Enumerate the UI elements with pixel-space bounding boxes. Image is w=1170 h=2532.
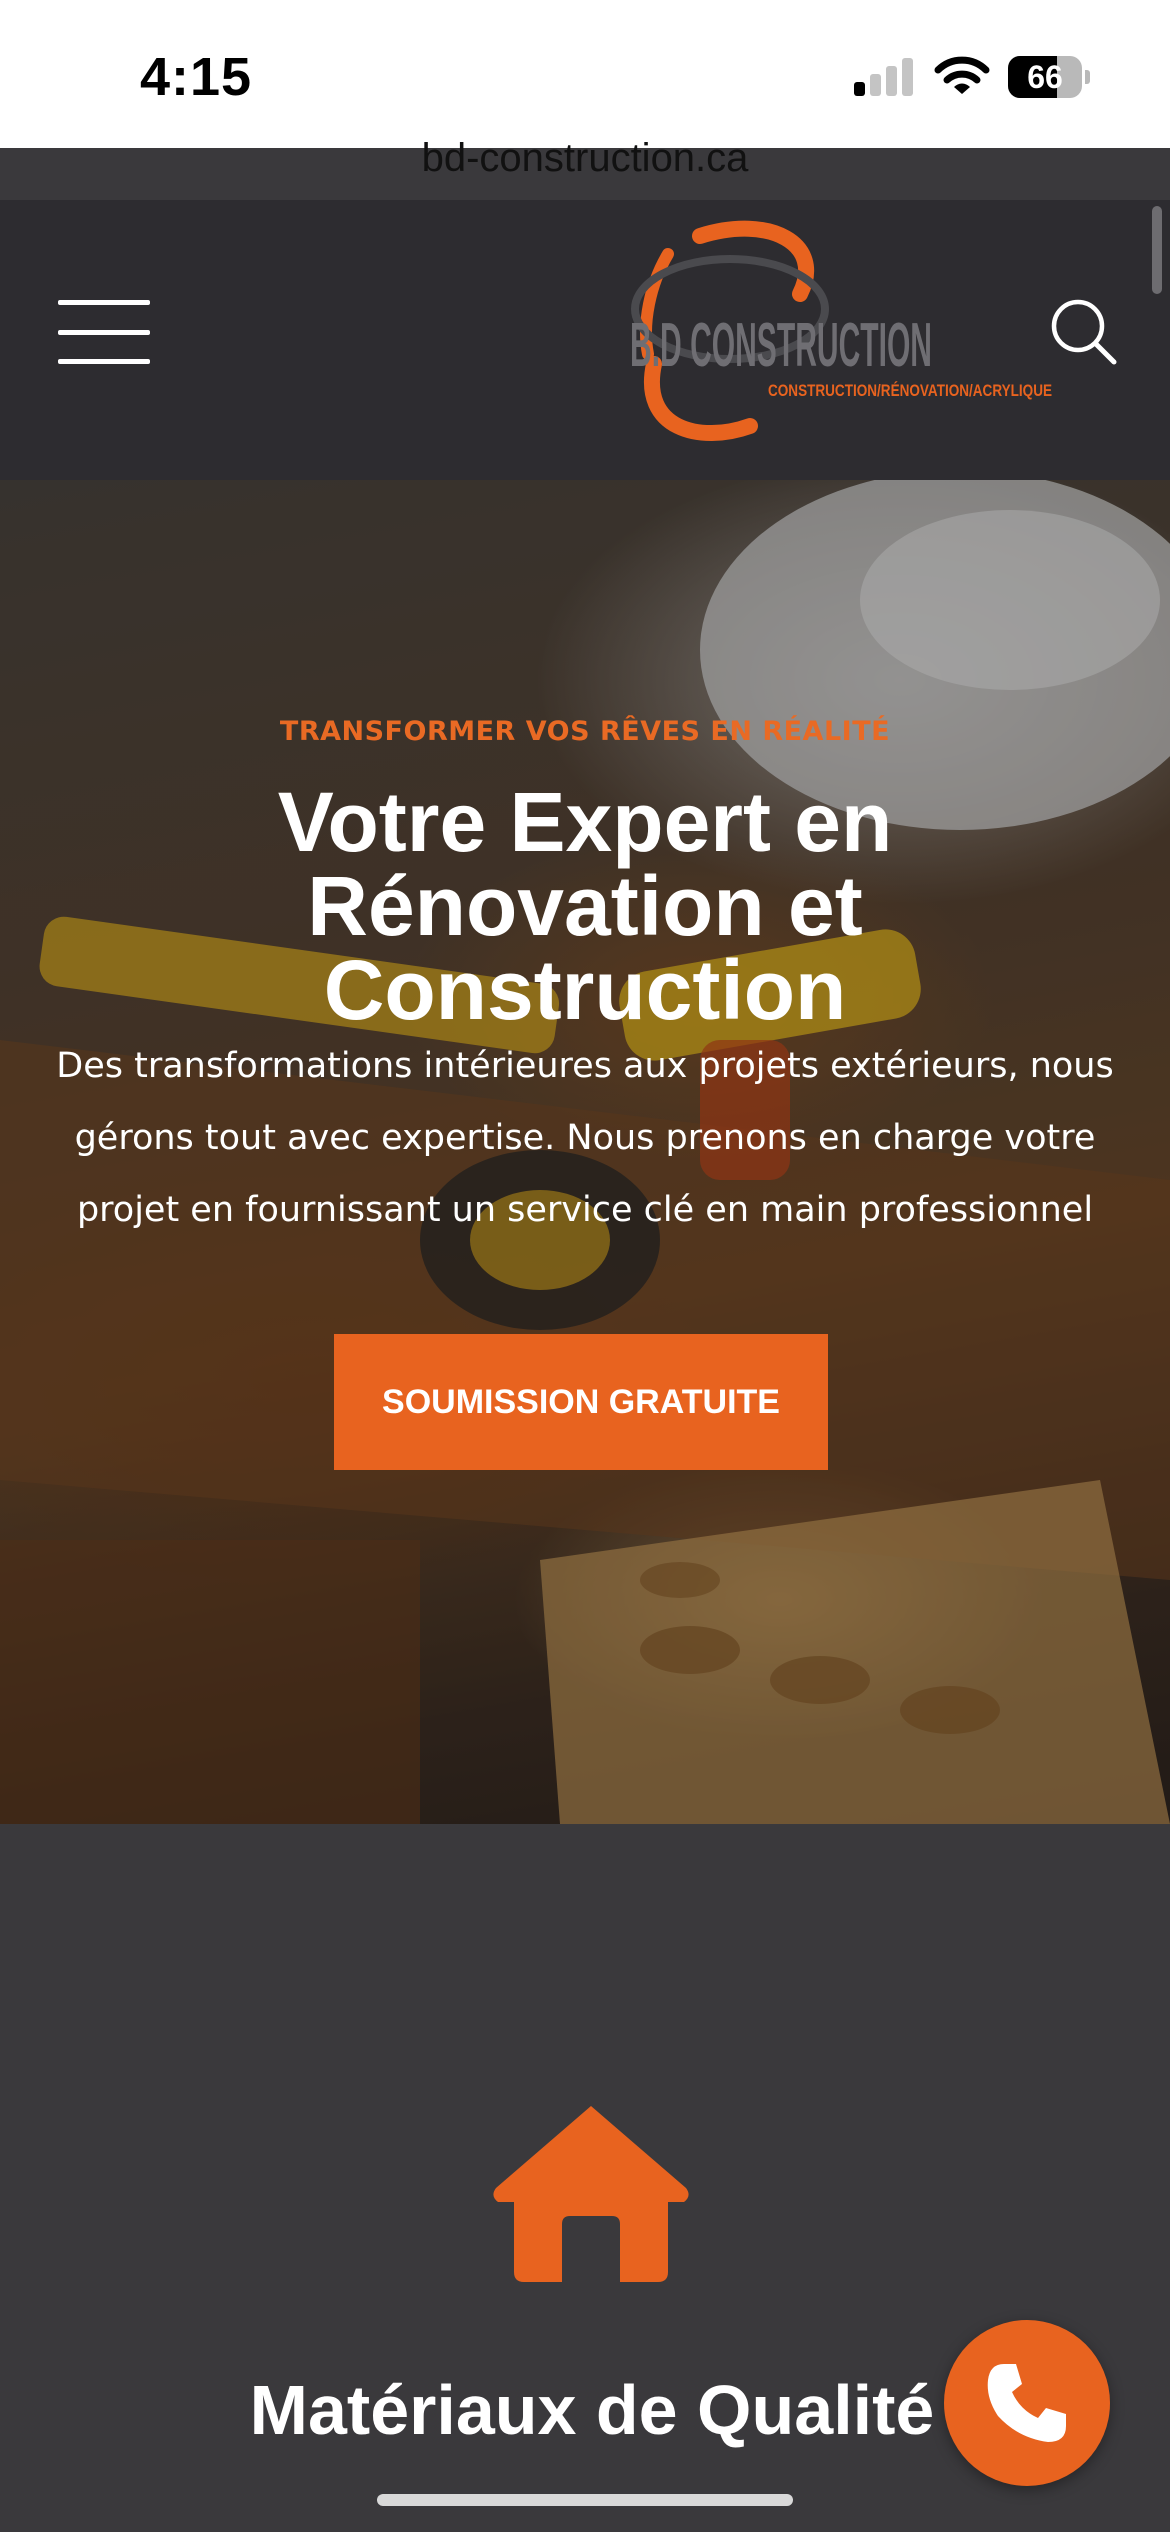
phone-icon xyxy=(987,2364,1066,2442)
house-icon xyxy=(493,2106,689,2282)
battery-level: 66 xyxy=(1027,59,1063,95)
hero-section: TRANSFORMER VOS RÊVES EN RÉALITÉ Votre E… xyxy=(0,480,1170,1824)
page-scrollbar[interactable] xyxy=(1152,206,1162,294)
free-quote-button[interactable]: SOUMISSION GRATUITE xyxy=(334,1334,828,1470)
logo-name: B.D CONSTRUCTION xyxy=(630,311,932,380)
wifi-icon xyxy=(934,56,990,94)
call-button[interactable] xyxy=(944,2320,1110,2486)
logo-tagline: CONSTRUCTION/RÉNOVATION/ACRYLIQUE xyxy=(768,381,1052,400)
site-logo[interactable]: B.D CONSTRUCTION CONSTRUCTION/RÉNOVATION… xyxy=(620,214,1060,450)
hero-description: Des transformations intérieures aux proj… xyxy=(56,1046,1114,1230)
site-header: B.D CONSTRUCTION CONSTRUCTION/RÉNOVATION… xyxy=(0,200,1170,480)
status-time: 4:15 xyxy=(140,47,253,107)
home-indicator[interactable] xyxy=(377,2494,793,2506)
hero-kicker: TRANSFORMER VOS RÊVES EN RÉALITÉ xyxy=(279,716,891,747)
hamburger-menu-icon[interactable] xyxy=(58,300,150,364)
battery-icon: 66 xyxy=(1008,56,1090,98)
hero-title: Votre Expert en Rénovation et Constructi… xyxy=(277,775,893,1037)
browser-url[interactable]: bd-construction.ca xyxy=(0,136,1170,181)
search-icon[interactable] xyxy=(1048,296,1118,366)
cellular-signal-icon xyxy=(854,58,914,96)
status-bar: 4:15 66 bd-construction.ca xyxy=(0,0,1170,180)
